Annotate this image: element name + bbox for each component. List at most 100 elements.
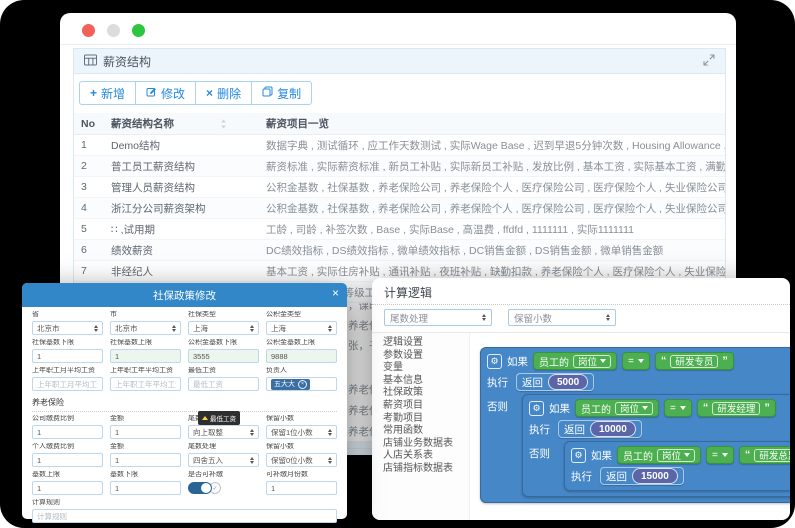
blockly-canvas[interactable]: ⚙ 如果 员工的 岗位 = “ 研发专员 ”: [470, 333, 790, 520]
logic-menu-item[interactable]: 参数设置: [383, 350, 469, 363]
city-select[interactable]: 北京市: [110, 321, 181, 335]
if-block-level-2[interactable]: ⚙ 如果 员工的 岗位 = “: [522, 394, 790, 497]
rounding-select[interactable]: 尾数处理: [384, 309, 492, 326]
table-row[interactable]: 5 ∷ ,试用期 工龄 , 司龄 , 补签次数 , Base , 实际Base …: [74, 219, 725, 240]
number-block[interactable]: 5000: [548, 374, 588, 390]
column-name[interactable]: 薪资结构名称: [111, 116, 266, 131]
personal-rounding-select[interactable]: 四舍五入: [188, 453, 259, 467]
repay-months-input[interactable]: [266, 481, 337, 495]
logic-menu-item[interactable]: 人店关系表: [383, 450, 469, 463]
minimize-window-button[interactable]: [107, 24, 120, 37]
row-name: 浙江分公司薪资架构: [111, 201, 266, 216]
row-items: 公积金基数 , 社保基数 , 养老保险公司 , 养老保险个人 , 医疗保险公司 …: [266, 201, 725, 216]
company-decimals-select[interactable]: 保留1位小数: [266, 425, 337, 439]
can-repay-toggle[interactable]: [188, 482, 212, 494]
operator-block[interactable]: =: [622, 352, 650, 370]
row-items: 数据字典 , 测试循环 , 应工作天数测试 , 实际Wage Base , 迟到…: [266, 138, 725, 153]
last-month-avg-input[interactable]: [32, 377, 103, 391]
province-select[interactable]: 北京市: [32, 321, 103, 335]
table-row[interactable]: 2 普工员工薪资结构 薪资标准 , 实际薪资标准 , 新员工补贴 , 实际新员工…: [74, 156, 725, 177]
calc-rule-input[interactable]: [32, 509, 337, 523]
field-dropdown[interactable]: 岗位: [573, 355, 611, 368]
logic-menu-item[interactable]: 店铺业务数据表: [383, 438, 469, 451]
string-block[interactable]: “ 研发总监 ”: [739, 446, 790, 464]
logic-menu-item[interactable]: 变量: [383, 362, 469, 375]
personal-amount-input[interactable]: [110, 453, 181, 467]
operator-block[interactable]: =: [706, 446, 734, 464]
row-number: 7: [74, 265, 111, 277]
operator-block[interactable]: =: [664, 399, 692, 417]
if-block-level-1[interactable]: ⚙ 如果 员工的 岗位 = “ 研发专员 ”: [480, 347, 790, 503]
edit-button[interactable]: 修改: [135, 81, 196, 105]
logic-menu-item[interactable]: 考勤项目: [383, 413, 469, 426]
personal-decimals-select[interactable]: 保留0位小数: [266, 453, 337, 467]
social-base-max-input[interactable]: [110, 349, 181, 363]
condition-subject-block[interactable]: 员工的 岗位: [617, 446, 701, 464]
personal-ratio-input[interactable]: [32, 453, 103, 467]
return-block[interactable]: 返回 10000: [558, 420, 642, 438]
if-block-level-3[interactable]: ⚙ 如果 员工的 岗位 =: [564, 441, 790, 491]
amount-label: 金额: [110, 415, 181, 423]
row-items: 基本工资 , 实际住房补贴 , 通讯补贴 , 夜班补贴 , 缺勤扣款 , 养老保…: [266, 264, 725, 279]
string-value[interactable]: 研发经理: [712, 402, 760, 415]
logic-menu-item[interactable]: 社保政策: [383, 387, 469, 400]
string-block[interactable]: “ 研发专员 ”: [655, 352, 734, 370]
return-block[interactable]: 返回 15000: [600, 467, 684, 485]
logic-menu-item[interactable]: 逻辑设置: [383, 337, 469, 350]
table-row[interactable]: 6 绩效薪资 DC绩效指标 , DS绩效指标 , 微单绩效指标 , DC销售金额…: [74, 240, 725, 261]
fund-base-max-input[interactable]: [266, 349, 337, 363]
company-ratio-input[interactable]: [32, 425, 103, 439]
base-max-label: 基数上限: [32, 471, 103, 479]
logic-menu-item[interactable]: 基本信息: [383, 375, 469, 388]
gear-icon[interactable]: ⚙: [571, 448, 586, 463]
social-type-select[interactable]: 上海: [188, 321, 259, 335]
select-arrows-icon: [606, 314, 610, 321]
base-min-label: 基数下限: [110, 471, 181, 479]
return-block[interactable]: 返回 5000: [516, 373, 594, 391]
tag-remove-icon[interactable]: ×: [298, 380, 307, 389]
condition-subject-block[interactable]: 员工的 岗位: [533, 352, 617, 370]
last-year-avg-input[interactable]: [110, 377, 181, 391]
select-arrows-icon: [482, 314, 486, 321]
table-row[interactable]: 3 管理人员薪资结构 公积金基数 , 社保基数 , 养老保险公司 , 养老保险个…: [74, 177, 725, 198]
decimals-select[interactable]: 保留小数: [508, 309, 616, 326]
logic-menu-item[interactable]: 店铺指标数据表: [383, 463, 469, 476]
owner-field[interactable]: 五大大 ×: [266, 377, 337, 391]
string-block[interactable]: “ 研发经理 ”: [697, 399, 776, 417]
expand-icon[interactable]: [703, 54, 715, 69]
logic-menu-item[interactable]: 常用函数: [383, 425, 469, 438]
last-year-avg-label: 上年职工年平均工资: [110, 367, 181, 375]
base-min-input[interactable]: [110, 481, 181, 495]
company-amount-input[interactable]: [110, 425, 181, 439]
logic-menu-item[interactable]: 薪资项目: [383, 400, 469, 413]
sort-icon[interactable]: [220, 119, 227, 129]
close-window-button[interactable]: [82, 24, 95, 37]
string-value[interactable]: 研发专员: [670, 355, 718, 368]
number-block[interactable]: 10000: [590, 421, 636, 437]
fund-type-select[interactable]: 上海: [266, 321, 337, 335]
min-wage-input[interactable]: [188, 377, 259, 391]
string-value[interactable]: 研发总监: [754, 449, 790, 462]
row-number: 4: [74, 202, 111, 214]
condition-subject-block[interactable]: 员工的 岗位: [575, 399, 659, 417]
social-type-label: 社保类型: [188, 311, 259, 319]
gear-icon[interactable]: ⚙: [487, 354, 502, 369]
table-row[interactable]: 4 浙江分公司薪资架构 公积金基数 , 社保基数 , 养老保险公司 , 养老保险…: [74, 198, 725, 219]
table-row[interactable]: 1 Demo结构 数据字典 , 测试循环 , 应工作天数测试 , 实际Wage …: [74, 135, 725, 156]
dropdown-arrow-icon: [638, 359, 644, 363]
field-dropdown[interactable]: 岗位: [657, 449, 695, 462]
delete-button[interactable]: × 删除: [195, 81, 252, 105]
number-block[interactable]: 15000: [632, 468, 678, 484]
decimals-label: 保留小数: [266, 415, 337, 423]
company-rounding-select[interactable]: 向上取整: [188, 425, 259, 439]
social-base-min-input[interactable]: [32, 349, 103, 363]
gear-icon[interactable]: ⚙: [529, 401, 544, 416]
field-dropdown[interactable]: 岗位: [615, 402, 653, 415]
add-button[interactable]: + 新增: [79, 81, 136, 105]
fund-base-min-input[interactable]: [188, 349, 259, 363]
row-number: 6: [74, 244, 111, 256]
zoom-window-button[interactable]: [132, 24, 145, 37]
close-icon[interactable]: ×: [332, 287, 339, 299]
base-max-input[interactable]: [32, 481, 103, 495]
copy-button[interactable]: 复制: [251, 81, 312, 105]
